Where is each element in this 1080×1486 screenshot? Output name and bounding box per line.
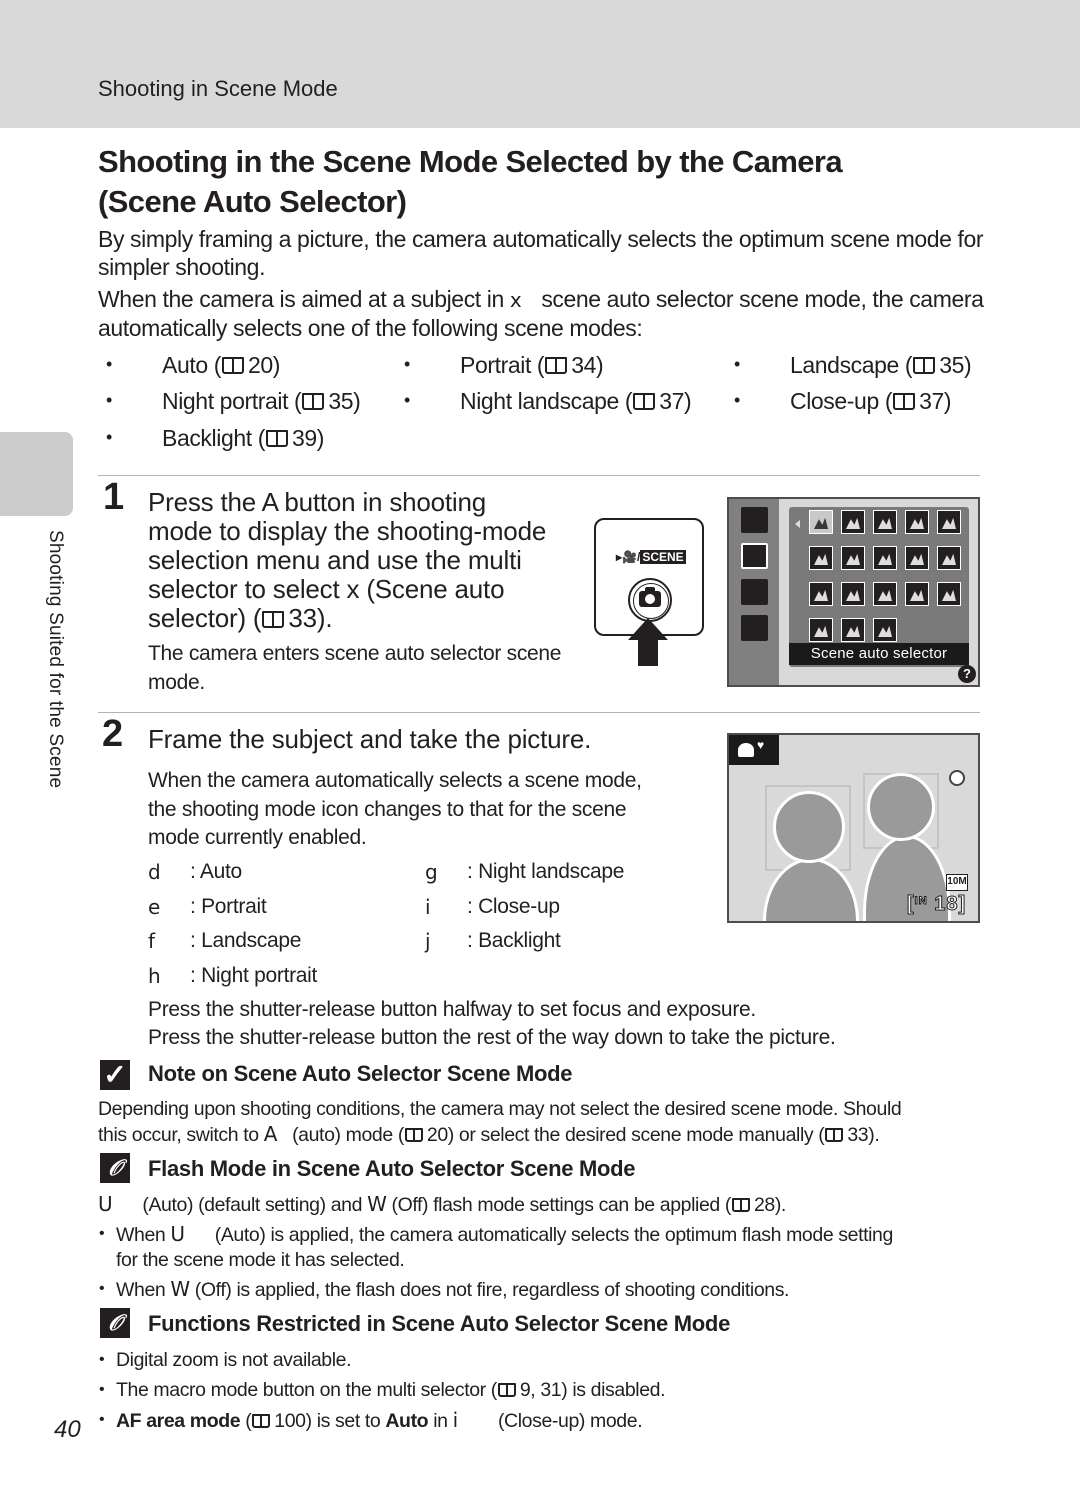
press-fully-text: Press the shutter-release button the res… [148,1026,836,1049]
note-text: Depending upon shooting conditions, the … [98,1098,902,1120]
beach-snow-icon [841,546,865,570]
night-landscape-icon [937,546,961,570]
night-portrait-icon [937,510,961,534]
note-bullet: AF area mode (100) is set to Auto in i (… [99,1408,643,1433]
page-title: Shooting in the Scene Mode Selected by t… [98,142,928,222]
book-icon [404,1128,423,1142]
vibration-reduction-icon [949,770,965,786]
press-halfway-text: Press the shutter-release button halfway… [148,998,756,1021]
help-icon: ? [958,665,976,683]
note-bullet: The macro mode button on the multi selec… [99,1378,666,1402]
note-bullet: When U (Auto) is applied, the camera aut… [99,1222,893,1247]
sports-icon [905,510,929,534]
check-icon: ✓ [100,1060,130,1090]
smile-mode-icon [741,579,768,605]
note-text: this occur, switch to A (auto) mode (20)… [98,1122,880,1146]
museum-icon [873,582,897,606]
book-icon [913,357,936,374]
list-item: Auto (20) [106,352,280,379]
fireworks-icon [905,582,929,606]
auto-mode-icon [741,507,768,533]
step1-heading: Press the A button in shooting mode to d… [148,487,547,633]
side-tab [0,432,73,516]
menu-caption: Scene auto selector [789,643,969,665]
intro-para1: By simply framing a picture, the camera … [98,226,984,280]
divider [98,712,980,713]
image-size-icon: 10M [946,874,968,891]
note-bullet: When W (Off) is applied, the flash does … [99,1277,789,1302]
book-icon [633,393,656,410]
book-icon [497,1383,516,1397]
close-up-icon [809,582,833,606]
list-item: Landscape (35) [734,352,972,379]
book-icon [265,430,288,447]
party-icon [809,546,833,570]
divider [98,475,980,476]
note-text: for the scene mode it has selected. [116,1249,405,1271]
book-icon [825,1128,844,1142]
note-text: U (Auto) (default setting) and W (Off) f… [98,1192,786,1216]
header-band: Shooting in Scene Mode [0,0,1080,128]
note-heading: Functions Restricted in Scene Auto Selec… [148,1311,731,1336]
step2-heading: Frame the subject and take the picture. [148,724,592,754]
exposures-remaining: [IN 18] [906,893,967,916]
step2-body: When the camera automatically selects a … [148,769,642,849]
scene-mode-icon [741,543,768,569]
book-icon [252,1414,271,1428]
portrait-mode-icon [729,735,779,765]
intro-para2: When the camera is aimed at a subject in… [98,286,984,341]
section-title: Shooting in Scene Mode [98,76,338,101]
arrow-up-icon-stem [638,638,658,666]
portrait-icon [841,510,865,534]
step1-body: The camera enters scene auto selector sc… [148,642,562,694]
note-heading: Flash Mode in Scene Auto Selector Scene … [148,1156,636,1181]
scene-auto-selector-icon [809,510,833,534]
step-number: 2 [102,713,124,755]
book-icon [302,393,325,410]
book-icon [262,611,285,628]
step-number: 1 [103,476,125,518]
list-item: Backlight (39) [106,425,324,452]
scene-grid: Scene auto selector [789,507,969,667]
list-item: Portrait (34) [404,352,604,379]
sunset-icon [873,546,897,570]
backlight-icon [809,618,833,642]
caret-left-icon [795,520,800,528]
book-icon [221,357,244,374]
shooting-mode-menu-screen: Scene auto selector ? [727,497,980,687]
panorama-icon [841,618,865,642]
live-view-screen: 10M [IN 18] [727,733,980,923]
arrow-up-icon [628,618,668,640]
person-head [867,773,935,841]
page-title-line2: (Scene Auto Selector) [98,184,407,219]
intro: By simply framing a picture, the camera … [98,225,988,346]
side-tab-label: Shooting Suited for the Scene [45,530,66,789]
scene-auto-selector-icon: x [509,288,522,312]
shooting-mode-button [628,578,672,622]
page-title-line1: Shooting in the Scene Mode Selected by t… [98,144,843,179]
camera-icon [639,587,661,607]
book-icon [731,1198,750,1212]
person-head [773,791,845,863]
paperclip-icon: 𝒪 [100,1153,130,1183]
paperclip-icon: 𝒪 [100,1308,130,1338]
movie-scene-label: ▸🎥/SCENE [616,550,686,564]
copy-icon [937,582,961,606]
list-item: Night portrait (35) [106,388,361,415]
page-number: 40 [54,1416,81,1443]
voice-recording-icon [873,618,897,642]
list-item: Close-up (37) [734,388,952,415]
book-icon [893,393,916,410]
note-bullet: Digital zoom is not available. [99,1348,352,1372]
landscape-icon [873,510,897,534]
mode-column [729,499,779,685]
note-heading: Note on Scene Auto Selector Scene Mode [148,1061,573,1086]
list-item: Night landscape (37) [404,388,692,415]
food-icon [841,582,865,606]
book-icon [545,357,568,374]
movie-mode-icon [741,615,768,641]
dusk-dawn-icon [905,546,929,570]
